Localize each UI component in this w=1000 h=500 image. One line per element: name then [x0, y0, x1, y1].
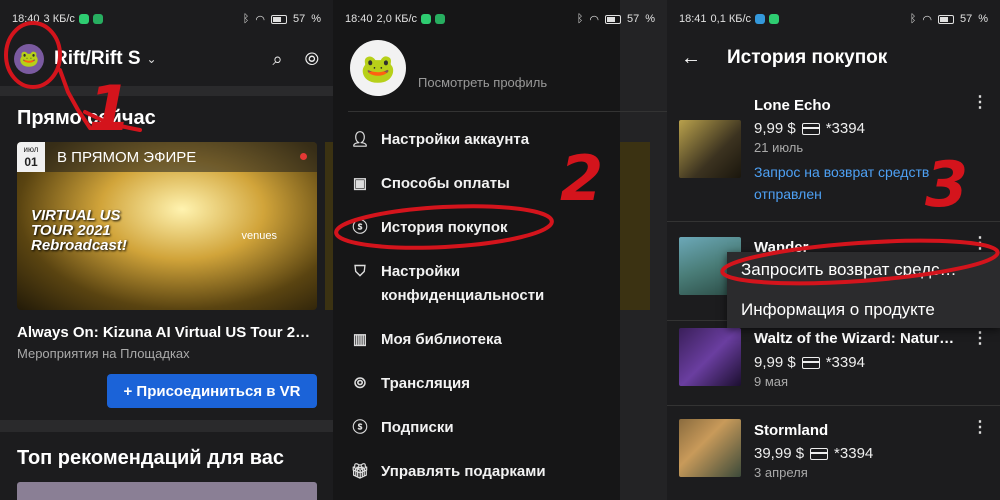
- app-header: ← История покупок: [667, 38, 1000, 78]
- purchase-price: 9,99 $ *3394: [754, 354, 865, 371]
- gift-icon: 🎁︎: [350, 463, 370, 480]
- notification-icon: [421, 14, 432, 24]
- venues-logo: venues: [241, 230, 277, 242]
- status-speed: 3 КБ/с: [43, 13, 75, 25]
- app-header: 🐸 Rift/Rift S ⌄ ⌕ ⦾: [0, 38, 333, 80]
- more-options-icon[interactable]: ⋮: [972, 328, 988, 348]
- wallet-icon: ▣: [352, 175, 368, 192]
- purchase-date: 3 апреля: [754, 465, 808, 480]
- person-icon: 👤︎: [350, 131, 370, 148]
- live-event-card[interactable]: В ПРЯМОМ ЭФИРЕ июл 01 VIRTUAL US TOUR 202…: [17, 142, 317, 310]
- profile-avatar[interactable]: 🐸: [350, 40, 406, 96]
- game-title: Stormland: [754, 422, 829, 439]
- dollar-circle-icon: ⓢ: [352, 219, 368, 236]
- purchase-price: 9,99 $ *3394: [754, 120, 865, 137]
- product-info-option[interactable]: Информация о продукте: [741, 300, 935, 320]
- status-bar: 18:40 3 КБ/с ᛒ ◠ 57%: [12, 13, 321, 26]
- notification-icon: [769, 14, 780, 24]
- recommendation-card[interactable]: [17, 482, 317, 500]
- credit-card-icon: [810, 447, 829, 460]
- event-artwork-text: VIRTUAL US TOUR 2021 Rebroadcast!: [31, 207, 127, 254]
- notification-icon: [78, 14, 89, 24]
- battery-level: 57: [959, 13, 973, 25]
- event-title[interactable]: Always On: Kizuna AI Virtual US Tour 2…: [17, 324, 333, 341]
- battery-icon: [270, 14, 287, 24]
- request-refund-option[interactable]: Запросить возврат средс…: [741, 260, 957, 280]
- annotation-number-1: 1: [88, 72, 132, 145]
- home-screen: 18:40 3 КБ/с ᛒ ◠ 57% 🐸 Rift/Rift S ⌄ ⌕ ⦾…: [0, 0, 333, 500]
- divider: [0, 420, 333, 432]
- bluetooth-icon: ᛒ: [576, 13, 584, 25]
- divider: [0, 86, 333, 96]
- chevron-down-icon[interactable]: ⌄: [147, 52, 157, 66]
- game-title: Lone Echo: [754, 97, 831, 114]
- annotation-number-3: 3: [925, 148, 969, 221]
- live-label: В ПРЯМОМ ЭФИРЕ: [17, 142, 317, 172]
- purchase-date: 21 июль: [754, 140, 804, 155]
- background-card-edge: [620, 142, 650, 310]
- menu-item-cast[interactable]: ⦾ Трансляция: [350, 372, 610, 396]
- wifi-icon: ◠: [922, 13, 932, 26]
- view-profile-link[interactable]: Посмотреть профиль: [418, 75, 547, 90]
- game-thumbnail: [679, 419, 741, 477]
- menu-item-purchase-history[interactable]: ⓢ История покупок: [350, 216, 610, 240]
- credit-card-icon: [801, 122, 820, 135]
- wifi-icon: ◠: [589, 13, 599, 26]
- purchase-item[interactable]: Stormland 39,99 $ *3394 3 апреля ⋮: [667, 407, 1000, 500]
- privacy-shield-icon: ⛉: [354, 263, 366, 280]
- cast-icon: ⦾: [353, 375, 366, 392]
- more-options-icon[interactable]: ⋮: [972, 233, 988, 253]
- menu-item-subscriptions[interactable]: ⓢ Подписки: [350, 416, 610, 440]
- live-indicator-icon: [300, 153, 307, 160]
- battery-icon: [604, 14, 621, 24]
- game-thumbnail: [679, 328, 741, 386]
- purchase-item[interactable]: Waltz of the Wizard: Natur… 9,99 $ *3394 …: [667, 322, 1000, 406]
- section-title-recommendations: Топ рекомендаций для вас: [17, 447, 285, 469]
- bluetooth-icon: ᛒ: [909, 13, 917, 25]
- menu-item-manage-gifts[interactable]: 🎁︎ Управлять подарками: [350, 460, 610, 484]
- battery-level: 57: [626, 13, 640, 25]
- event-category: Мероприятия на Площадках: [17, 346, 190, 361]
- notification-icon: [755, 14, 766, 24]
- purchase-date: 9 мая: [754, 374, 789, 389]
- context-menu: Запросить возврат средс… Информация о пр…: [727, 252, 1000, 328]
- page-title: История покупок: [727, 47, 888, 68]
- status-time: 18:40: [12, 13, 40, 25]
- status-time: 18:40: [345, 13, 373, 25]
- device-selector[interactable]: Rift/Rift S: [54, 48, 141, 70]
- join-in-vr-button[interactable]: + Присоединиться в VR: [107, 374, 317, 408]
- game-thumbnail: [679, 120, 741, 178]
- menu-item-privacy-settings[interactable]: ⛉ Настройки конфиденциальности: [350, 260, 610, 308]
- cast-icon[interactable]: ⦾: [305, 49, 319, 70]
- status-bar: 18:41 0,1 КБ/с ᛒ ◠ 57%: [679, 13, 988, 26]
- notification-icon: [435, 14, 446, 24]
- more-options-icon[interactable]: ⋮: [972, 417, 988, 437]
- status-speed: 0,1 КБ/с: [710, 13, 752, 25]
- date-badge: июл 01: [17, 142, 45, 172]
- notification-icon: [92, 14, 103, 24]
- book-icon: ▥: [352, 331, 368, 348]
- battery-level: 57: [292, 13, 306, 25]
- search-icon[interactable]: ⌕: [273, 49, 283, 70]
- back-arrow-icon[interactable]: ←: [681, 47, 701, 70]
- more-options-icon[interactable]: ⋮: [972, 92, 988, 112]
- annotation-number-2: 2: [560, 142, 604, 215]
- battery-icon: [937, 14, 954, 24]
- wifi-icon: ◠: [255, 13, 265, 26]
- credit-card-icon: [801, 356, 820, 369]
- status-bar: 18:40 2,0 КБ/с ᛒ ◠ 57%: [345, 13, 655, 26]
- next-card-peek[interactable]: [325, 142, 333, 310]
- game-title: Waltz of the Wizard: Natur…: [754, 330, 955, 347]
- section-title-now: Прямо сейчас: [17, 107, 156, 129]
- status-time: 18:41: [679, 13, 707, 25]
- bluetooth-icon: ᛒ: [242, 13, 250, 25]
- profile-avatar[interactable]: 🐸: [14, 44, 44, 74]
- dollar-circle-icon: ⓢ: [352, 419, 368, 436]
- purchase-price: 39,99 $ *3394: [754, 445, 874, 462]
- status-speed: 2,0 КБ/с: [376, 13, 418, 25]
- menu-item-library[interactable]: ▥ Моя библиотека: [350, 328, 610, 352]
